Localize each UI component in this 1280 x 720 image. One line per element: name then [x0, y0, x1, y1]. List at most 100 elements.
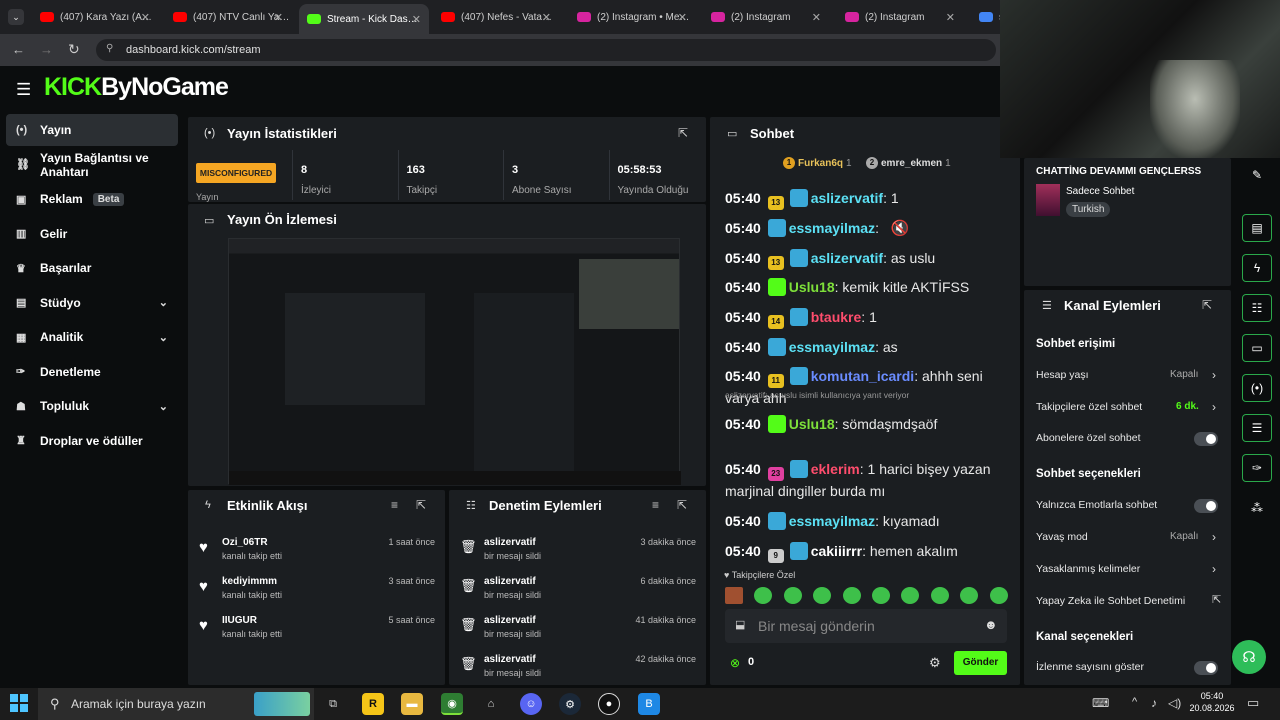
- taskbar-search-input[interactable]: Aramak için buraya yazın: [71, 697, 206, 711]
- sidebar-item-4[interactable]: ♛ Başarılar: [6, 252, 178, 284]
- browser-tab[interactable]: (2) Instagram ✕: [837, 5, 963, 29]
- chat-username[interactable]: eklerim: [811, 461, 860, 477]
- chat-username[interactable]: aslizervatif: [811, 190, 883, 206]
- sidebar-item-3[interactable]: ▥ Gelir: [6, 218, 178, 250]
- list-tool-icon[interactable]: ☷: [1242, 294, 1272, 322]
- emote-icon[interactable]: [842, 587, 861, 604]
- sidebar-item-7[interactable]: ✑ Denetleme: [6, 356, 178, 388]
- external-link-icon[interactable]: ⇱: [1212, 593, 1221, 606]
- mod-popout-icon[interactable]: ⇱: [677, 498, 687, 512]
- edit-icon[interactable]: ✎: [1242, 161, 1272, 189]
- reload-icon[interactable]: ↻: [68, 41, 80, 58]
- channel-actions-popout-icon[interactable]: ⇱: [1202, 298, 1212, 312]
- chat-message[interactable]: 05:40 13 aslizervatif: as uslu: [725, 248, 995, 270]
- steam-icon[interactable]: ⚙: [559, 693, 581, 715]
- sidebar-item-6[interactable]: ▦ Analitik ⌄: [6, 321, 178, 353]
- wrench-tool-icon[interactable]: ✑: [1242, 454, 1272, 482]
- chrome-icon[interactable]: ◉: [441, 693, 463, 715]
- forward-icon[interactable]: →: [40, 42, 53, 57]
- task-view-icon[interactable]: ⧉: [322, 693, 344, 715]
- banned-words-label[interactable]: Yasaklanmış kelimeler: [1036, 563, 1140, 575]
- moderation-item[interactable]: 🗑 aslizervatif bir mesajı sildi 6 dakika ön…: [460, 576, 696, 610]
- chat-message[interactable]: 05:40 11 komutan_icardi: ahhh seni varya …: [725, 366, 995, 409]
- chevron-down-icon[interactable]: ⌄: [159, 331, 168, 344]
- close-icon[interactable]: ✕: [678, 11, 687, 24]
- close-icon[interactable]: ✕: [412, 13, 421, 26]
- keyboard-icon[interactable]: ⌨: [1092, 696, 1109, 710]
- sidebar-item-0[interactable]: (•) Yayın: [6, 114, 178, 146]
- tray-chevron-icon[interactable]: ^: [1132, 696, 1137, 708]
- stream-preview-video[interactable]: [228, 238, 681, 485]
- activity-item[interactable]: ♥ IIUGUR kanalı takip etti 5 saat önce: [199, 615, 435, 649]
- mic-icon[interactable]: ♪: [1151, 696, 1157, 710]
- followers-only-chat-label[interactable]: Takipçilere özel sohbet: [1036, 401, 1142, 413]
- browser-tab[interactable]: (2) Instagram • Me… ✕: [569, 5, 695, 29]
- back-icon[interactable]: ←: [12, 42, 25, 57]
- chat-input[interactable]: Bir mesaj gönderin: [758, 618, 875, 634]
- chat-username[interactable]: cakiiirrr: [811, 543, 862, 559]
- chevron-right-icon[interactable]: ›: [1212, 368, 1216, 382]
- broadcast-tool-icon[interactable]: (•): [1242, 374, 1272, 402]
- browser-tab[interactable]: s: [971, 5, 1000, 29]
- chat-message[interactable]: 05:40 14 btaukre: 1: [725, 307, 995, 329]
- chat-username[interactable]: essmayilmaz: [789, 513, 875, 529]
- chat-input-box[interactable]: ⬓ Bir mesaj gönderin ☻: [725, 609, 1007, 643]
- discord-icon[interactable]: ☺: [520, 693, 542, 715]
- chevron-right-icon[interactable]: ›: [1212, 562, 1216, 576]
- browser-tab[interactable]: (407) Nefes - Vata… ✕: [433, 5, 559, 29]
- chat-settings-icon[interactable]: ⚙: [929, 655, 941, 671]
- mod-filter-icon[interactable]: ≡: [652, 498, 659, 512]
- chat-message[interactable]: 05:40 essmayilmaz: 🔇: [725, 218, 995, 239]
- chevron-down-icon[interactable]: ⌄: [159, 296, 168, 309]
- ai-moderation-label[interactable]: Yapay Zeka ile Sohbet Denetimi: [1036, 595, 1185, 607]
- browser-tab[interactable]: Stream - Kick Das… ✕: [299, 4, 429, 34]
- chat-message[interactable]: 05:40 23 eklerim: 1 harici bişey yazan ma…: [725, 459, 995, 502]
- moderation-item[interactable]: 🗑 aslizervatif bir mesajı sildi 41 dakika ö…: [460, 615, 696, 649]
- chat-message[interactable]: 05:40 9 cakiiirrr: hemen akalım: [725, 541, 995, 563]
- chat-username[interactable]: btaukre: [811, 309, 862, 325]
- site-info-icon[interactable]: ⚲: [106, 43, 113, 54]
- chat-tool-icon[interactable]: ▭: [1242, 334, 1272, 362]
- browser-tab[interactable]: (407) Kara Yazı (A… ✕: [32, 5, 158, 29]
- moderation-item[interactable]: 🗑 aslizervatif bir mesajı sildi 3 dakika ön…: [460, 537, 696, 571]
- gifter[interactable]: 1 Furkan6q 1: [783, 157, 852, 169]
- moderation-item[interactable]: 🗑 aslizervatif bir mesajı sildi 42 dakika ö…: [460, 654, 696, 688]
- close-icon[interactable]: ✕: [542, 11, 551, 24]
- slow-mode-label[interactable]: Yavaş mod: [1036, 531, 1088, 543]
- taskbar-search-box[interactable]: ⚲ Aramak için buraya yazın: [38, 688, 314, 720]
- filter-icon[interactable]: ≡: [391, 498, 398, 512]
- close-icon[interactable]: ✕: [812, 11, 821, 24]
- chevron-down-icon[interactable]: ⌄: [159, 400, 168, 413]
- close-icon[interactable]: ✕: [946, 11, 955, 24]
- emoji-icon[interactable]: ☻: [984, 617, 998, 632]
- bolt-tool-icon[interactable]: ϟ: [1242, 254, 1272, 282]
- support-chat-button[interactable]: ☊: [1232, 640, 1266, 674]
- account-age-label[interactable]: Hesap yaşı: [1036, 369, 1089, 381]
- activity-popout-icon[interactable]: ⇱: [416, 498, 426, 512]
- points-icon[interactable]: ⊗: [730, 656, 740, 670]
- logo[interactable]: KICKByNoGame: [44, 73, 229, 102]
- send-button[interactable]: Gönder: [954, 651, 1007, 675]
- chat-message[interactable]: 05:40 essmayilmaz: as: [725, 337, 995, 358]
- chevron-right-icon[interactable]: ›: [1212, 530, 1216, 544]
- gifter[interactable]: 2 emre_ekmen 1: [866, 157, 951, 169]
- volume-icon[interactable]: ◁): [1168, 696, 1181, 710]
- emote-icon[interactable]: [725, 587, 743, 604]
- close-icon[interactable]: ✕: [141, 11, 150, 24]
- clock[interactable]: 05:40 20.08.2026: [1188, 690, 1236, 714]
- chat-message[interactable]: 05:40 Uslu18: kemik kitle AKTİFSS: [725, 277, 995, 298]
- show-viewers-toggle[interactable]: [1194, 661, 1218, 675]
- sidebar-item-2[interactable]: ▣ Reklam Beta: [6, 183, 178, 215]
- dots-tool-icon[interactable]: ⁂: [1242, 494, 1272, 522]
- chat-username[interactable]: Uslu18: [789, 416, 835, 432]
- browser-tab[interactable]: (407) NTV Canlı Ya… ✕: [165, 5, 291, 29]
- close-icon[interactable]: ✕: [274, 11, 283, 24]
- chat-username[interactable]: aslizervatif: [811, 250, 883, 266]
- sidebar-item-1[interactable]: ⛓ Yayın Bağlantısı ve Anahtarı: [6, 149, 178, 181]
- layout-icon[interactable]: ▤: [1242, 214, 1272, 242]
- emote-only-toggle[interactable]: [1194, 499, 1218, 513]
- popout-icon[interactable]: ⇱: [678, 126, 688, 140]
- chat-message[interactable]: 05:40 essmayilmaz: kıyamadı: [725, 511, 995, 532]
- url-input[interactable]: dashboard.kick.com/stream: [96, 39, 996, 61]
- app-r-icon[interactable]: R: [362, 693, 384, 715]
